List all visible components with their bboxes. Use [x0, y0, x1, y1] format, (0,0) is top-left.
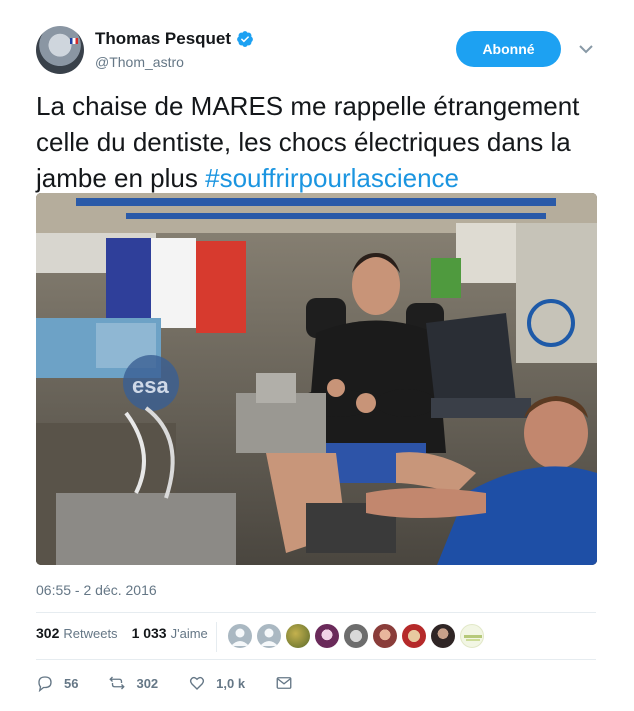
default-avatar-icon: [260, 628, 278, 646]
divider-bottom: [36, 659, 596, 660]
liker-avatar[interactable]: [344, 624, 368, 648]
liker-avatar[interactable]: [431, 624, 455, 648]
heart-icon: [190, 676, 205, 690]
liker-avatar[interactable]: [315, 624, 339, 648]
follow-button[interactable]: Abonné: [456, 31, 561, 67]
liker-avatar[interactable]: [228, 624, 252, 648]
tweet-header: Thomas Pesquet @Thom_astro Abonné: [36, 26, 598, 76]
tweet-stats: 302 Retweets 1 033 J'aime: [36, 625, 222, 641]
stats-separator: [216, 622, 217, 652]
reply-icon: [38, 676, 52, 692]
message-action[interactable]: [275, 674, 293, 692]
reply-count: 56: [64, 675, 79, 691]
author-avatar[interactable]: [36, 26, 84, 74]
liker-avatar[interactable]: [460, 624, 484, 648]
author-name[interactable]: Thomas Pesquet: [95, 29, 231, 49]
chevron-down-icon[interactable]: [578, 42, 594, 56]
logo-icon: [464, 635, 482, 641]
likes-label: J'aime: [170, 626, 208, 641]
retweets-stat[interactable]: 302 Retweets: [36, 625, 118, 641]
retweets-count: 302: [36, 625, 60, 641]
retweet-action[interactable]: 302: [108, 674, 158, 692]
like-count: 1,0 k: [216, 675, 246, 691]
author-handle[interactable]: @Thom_astro: [95, 54, 184, 70]
tweet-text: La chaise de MARES me rappelle étrangeme…: [36, 88, 601, 196]
liker-avatar[interactable]: [402, 624, 426, 648]
verified-badge-icon: [237, 31, 253, 47]
svg-text:esa: esa: [132, 373, 169, 398]
author-name-row: Thomas Pesquet: [95, 29, 254, 49]
iss-scene-image: esa: [36, 193, 597, 565]
likes-stat[interactable]: 1 033 J'aime: [132, 625, 208, 641]
tweet-timestamp[interactable]: 06:55 - 2 déc. 2016: [36, 582, 157, 598]
retweet-count: 302: [136, 675, 159, 691]
flag-icon: [70, 38, 78, 44]
liker-avatar[interactable]: [286, 624, 310, 648]
envelope-icon: [276, 677, 292, 689]
tweet-actions: 56 302 1,0 k: [36, 674, 323, 692]
reply-action[interactable]: 56: [36, 674, 78, 692]
default-avatar-icon: [231, 628, 249, 646]
liker-avatar[interactable]: [257, 624, 281, 648]
likes-count: 1 033: [131, 625, 167, 641]
likers-avatars: [228, 624, 484, 648]
like-action[interactable]: 1,0 k: [188, 674, 245, 692]
liker-avatar[interactable]: [373, 624, 397, 648]
divider-top: [36, 612, 596, 613]
hashtag-link[interactable]: #souffrirpourlascience: [205, 163, 459, 193]
retweets-label: Retweets: [63, 626, 118, 641]
retweet-icon: [109, 676, 126, 690]
tweet-photo[interactable]: esa: [36, 193, 597, 565]
